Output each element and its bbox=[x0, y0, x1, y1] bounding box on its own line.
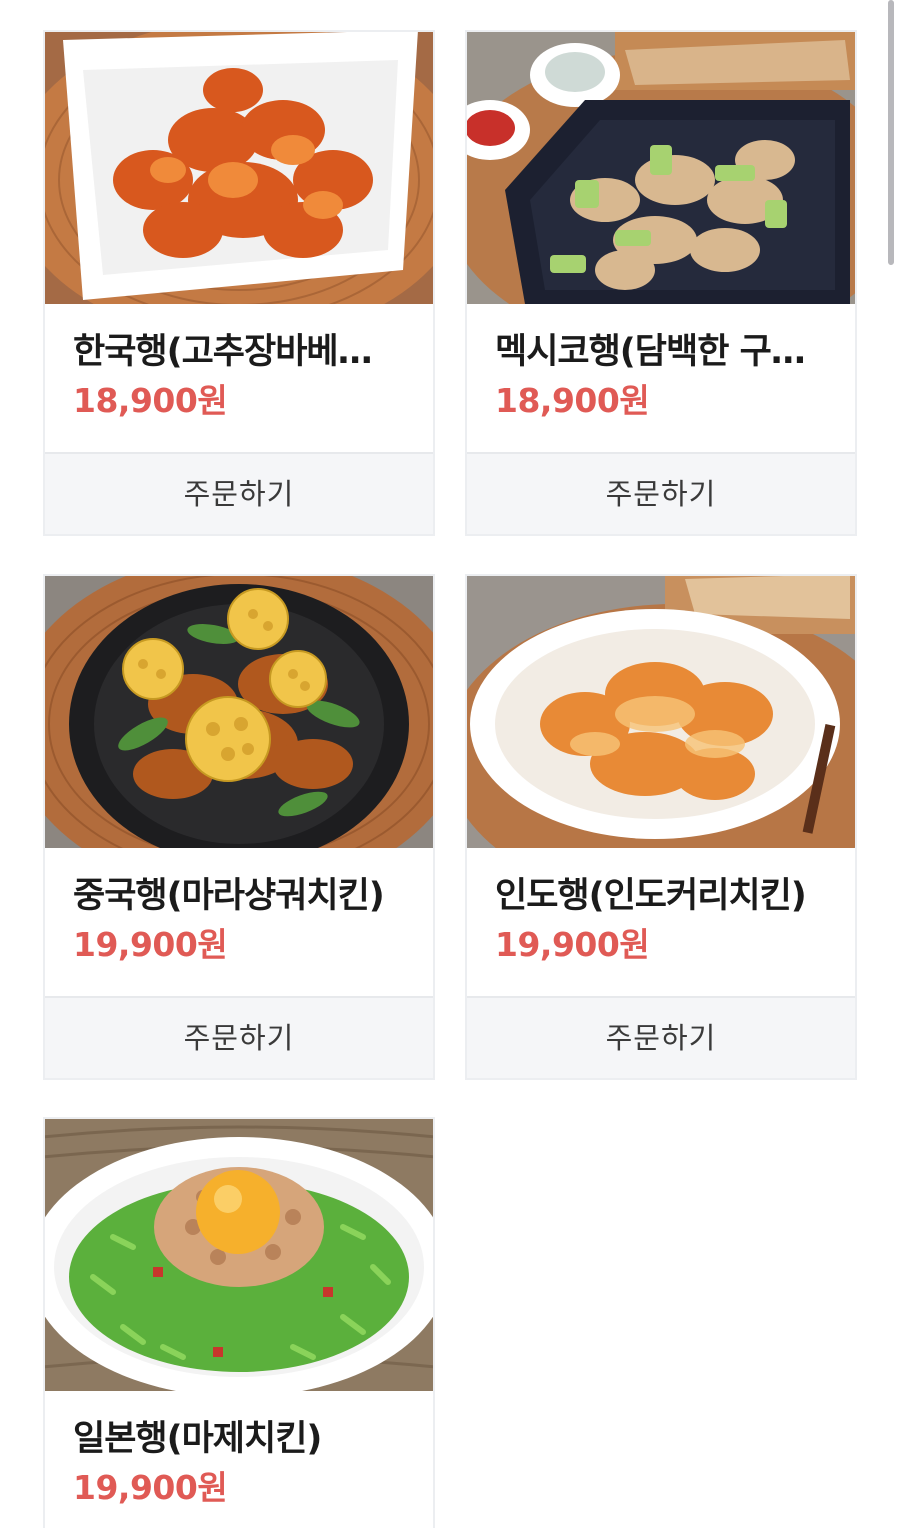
product-image[interactable] bbox=[467, 32, 855, 304]
product-image[interactable] bbox=[45, 1119, 433, 1391]
product-card[interactable]: 일본행(마제치킨) 19,900원 bbox=[43, 1117, 435, 1528]
order-button[interactable]: 주문하기 bbox=[467, 996, 855, 1078]
order-button[interactable]: 주문하기 bbox=[467, 452, 855, 534]
product-grid-page: 한국행(고추장바베큐치킨) 18,900원 주문하기 bbox=[0, 0, 900, 1528]
order-button[interactable]: 주문하기 bbox=[45, 452, 433, 534]
product-name: 중국행(마라샹궈치킨) bbox=[73, 876, 385, 916]
product-info: 중국행(마라샹궈치킨) 19,900원 bbox=[45, 848, 433, 996]
product-card[interactable]: 한국행(고추장바베큐치킨) 18,900원 주문하기 bbox=[43, 30, 435, 536]
product-price: 19,900원 bbox=[73, 925, 228, 964]
product-price: 18,900원 bbox=[495, 381, 650, 420]
product-card[interactable]: 인도행(인도커리치킨) 19,900원 주문하기 bbox=[465, 574, 857, 1080]
product-card[interactable]: 멕시코행(담백한 구운치킨) 18,900원 주문하기 bbox=[465, 30, 857, 536]
product-image[interactable] bbox=[467, 576, 855, 848]
product-image[interactable] bbox=[45, 576, 433, 848]
product-info: 한국행(고추장바베큐치킨) 18,900원 bbox=[45, 304, 433, 452]
product-info: 일본행(마제치킨) 19,900원 bbox=[45, 1391, 433, 1528]
product-info: 멕시코행(담백한 구운치킨) 18,900원 bbox=[467, 304, 855, 452]
product-name: 멕시코행(담백한 구운치킨) bbox=[495, 332, 815, 372]
product-image[interactable] bbox=[45, 32, 433, 304]
scrollbar[interactable] bbox=[888, 0, 894, 265]
product-name: 일본행(마제치킨) bbox=[73, 1419, 322, 1459]
product-name: 인도행(인도커리치킨) bbox=[495, 876, 807, 916]
order-button[interactable]: 주문하기 bbox=[45, 996, 433, 1078]
product-price: 19,900원 bbox=[495, 925, 650, 964]
product-info: 인도행(인도커리치킨) 19,900원 bbox=[467, 848, 855, 996]
product-price: 18,900원 bbox=[73, 381, 228, 420]
product-name: 한국행(고추장바베큐치킨) bbox=[73, 332, 393, 372]
product-price: 19,900원 bbox=[73, 1468, 228, 1507]
product-card[interactable]: 중국행(마라샹궈치킨) 19,900원 주문하기 bbox=[43, 574, 435, 1080]
